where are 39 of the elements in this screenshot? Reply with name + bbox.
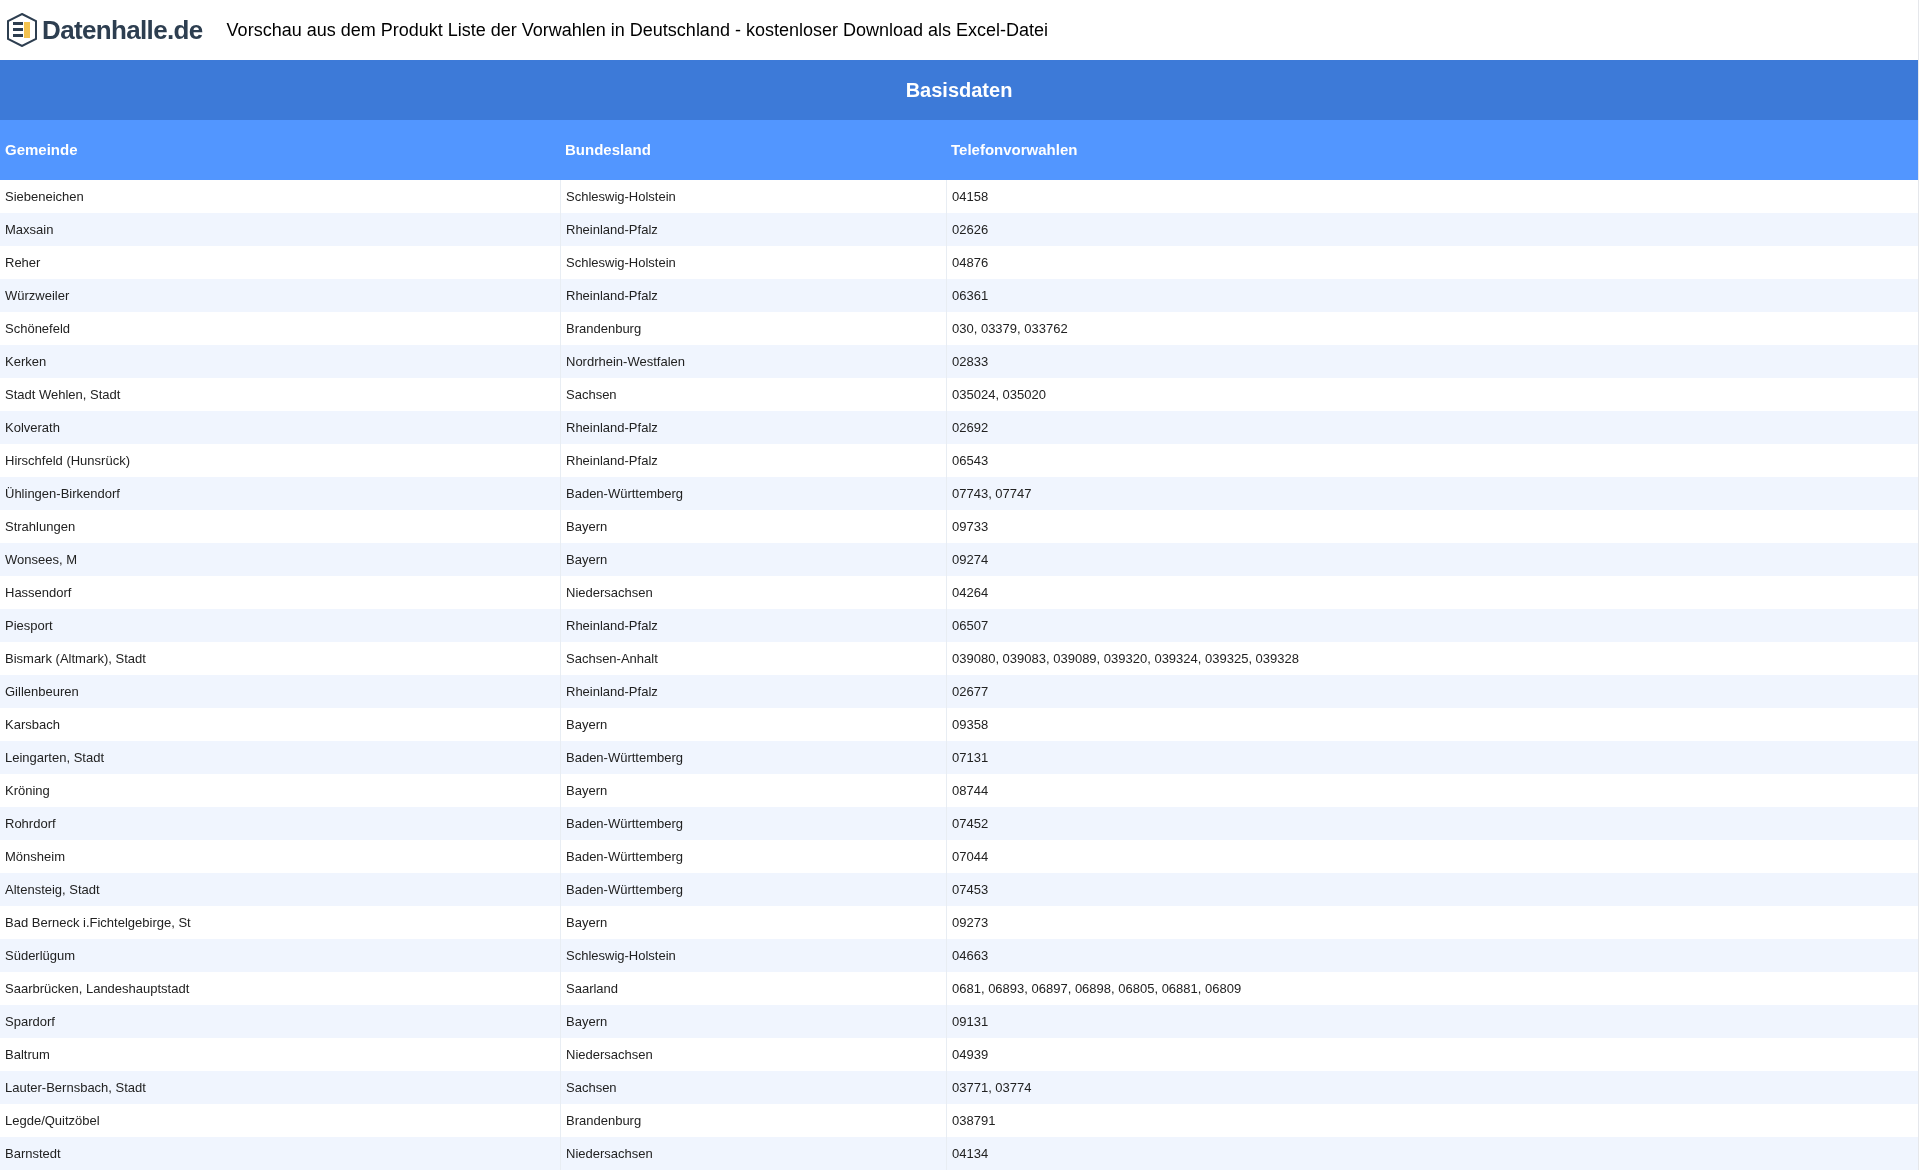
table-cell-text: Bad Berneck i.Fichtelgebirge, St xyxy=(4,913,192,932)
table-cell-text: Legde/Quitzöbel xyxy=(4,1111,101,1130)
table-cell-text: Maxsain xyxy=(4,220,55,239)
table-cell-text: Saarbrücken, Landeshauptstadt xyxy=(4,979,191,998)
table-cell-text: Strahlungen xyxy=(4,517,77,536)
table-cell-text: Wonsees, M xyxy=(4,550,78,569)
table-cell-text: Rohrdorf xyxy=(4,814,57,833)
table-cell-text: Spardorf xyxy=(4,1012,56,1031)
column-header: Bundesland xyxy=(564,139,652,160)
table-cell-text: Schönefeld xyxy=(4,319,72,338)
table-cell-text: Altensteig, Stadt xyxy=(4,880,101,899)
table-cell-text: Karsbach xyxy=(4,715,61,734)
table-cell: Niedersachsen xyxy=(560,1137,946,1170)
table-cell-text: Kröning xyxy=(4,781,51,800)
table-cell-text: Siebeneichen xyxy=(4,187,85,206)
column-header: Gemeinde xyxy=(4,139,79,160)
table-cell-text: Leingarten, Stadt xyxy=(4,748,106,767)
table-cell-text: Baltrum xyxy=(4,1045,51,1064)
column-header: Telefonvorwahlen xyxy=(950,139,1079,160)
logo-icon xyxy=(6,13,38,47)
table-cell-text: Kolverath xyxy=(4,418,61,437)
table-cell-text: Gillenbeuren xyxy=(4,682,80,701)
table-cell-text: Piesport xyxy=(4,616,54,635)
table-cell-text: Lauter-Bernsbach, Stadt xyxy=(4,1078,147,1097)
table-cell-text: Barnstedt xyxy=(4,1144,62,1163)
table-cell-text: Süderlügum xyxy=(4,946,77,965)
table-caption: Basisdaten xyxy=(905,78,1013,103)
table-cell-text: Mönsheim xyxy=(4,847,66,866)
table-cell-text: Hirschfeld (Hunsrück) xyxy=(4,451,131,470)
table-cell-text: Stadt Wehlen, Stadt xyxy=(4,385,122,404)
table-cell: 04134 xyxy=(946,1137,1918,1170)
table-cell-text: Würzweiler xyxy=(4,286,71,305)
table-cell-text: Reher xyxy=(4,253,42,272)
table-cell-text: Ühlingen-Birkendorf xyxy=(4,484,121,503)
table-cell-text: Bismark (Altmark), Stadt xyxy=(4,649,147,668)
page-title: Vorschau aus dem Produkt Liste der Vorwahlen in Deutschland - kostenloser Download als Excel-Datei xyxy=(226,18,1049,42)
table-cell-text: Hassendorf xyxy=(4,583,73,602)
logo-text[interactable]: Datenhalle.de xyxy=(42,10,203,50)
table-cell-text: Kerken xyxy=(4,352,48,371)
